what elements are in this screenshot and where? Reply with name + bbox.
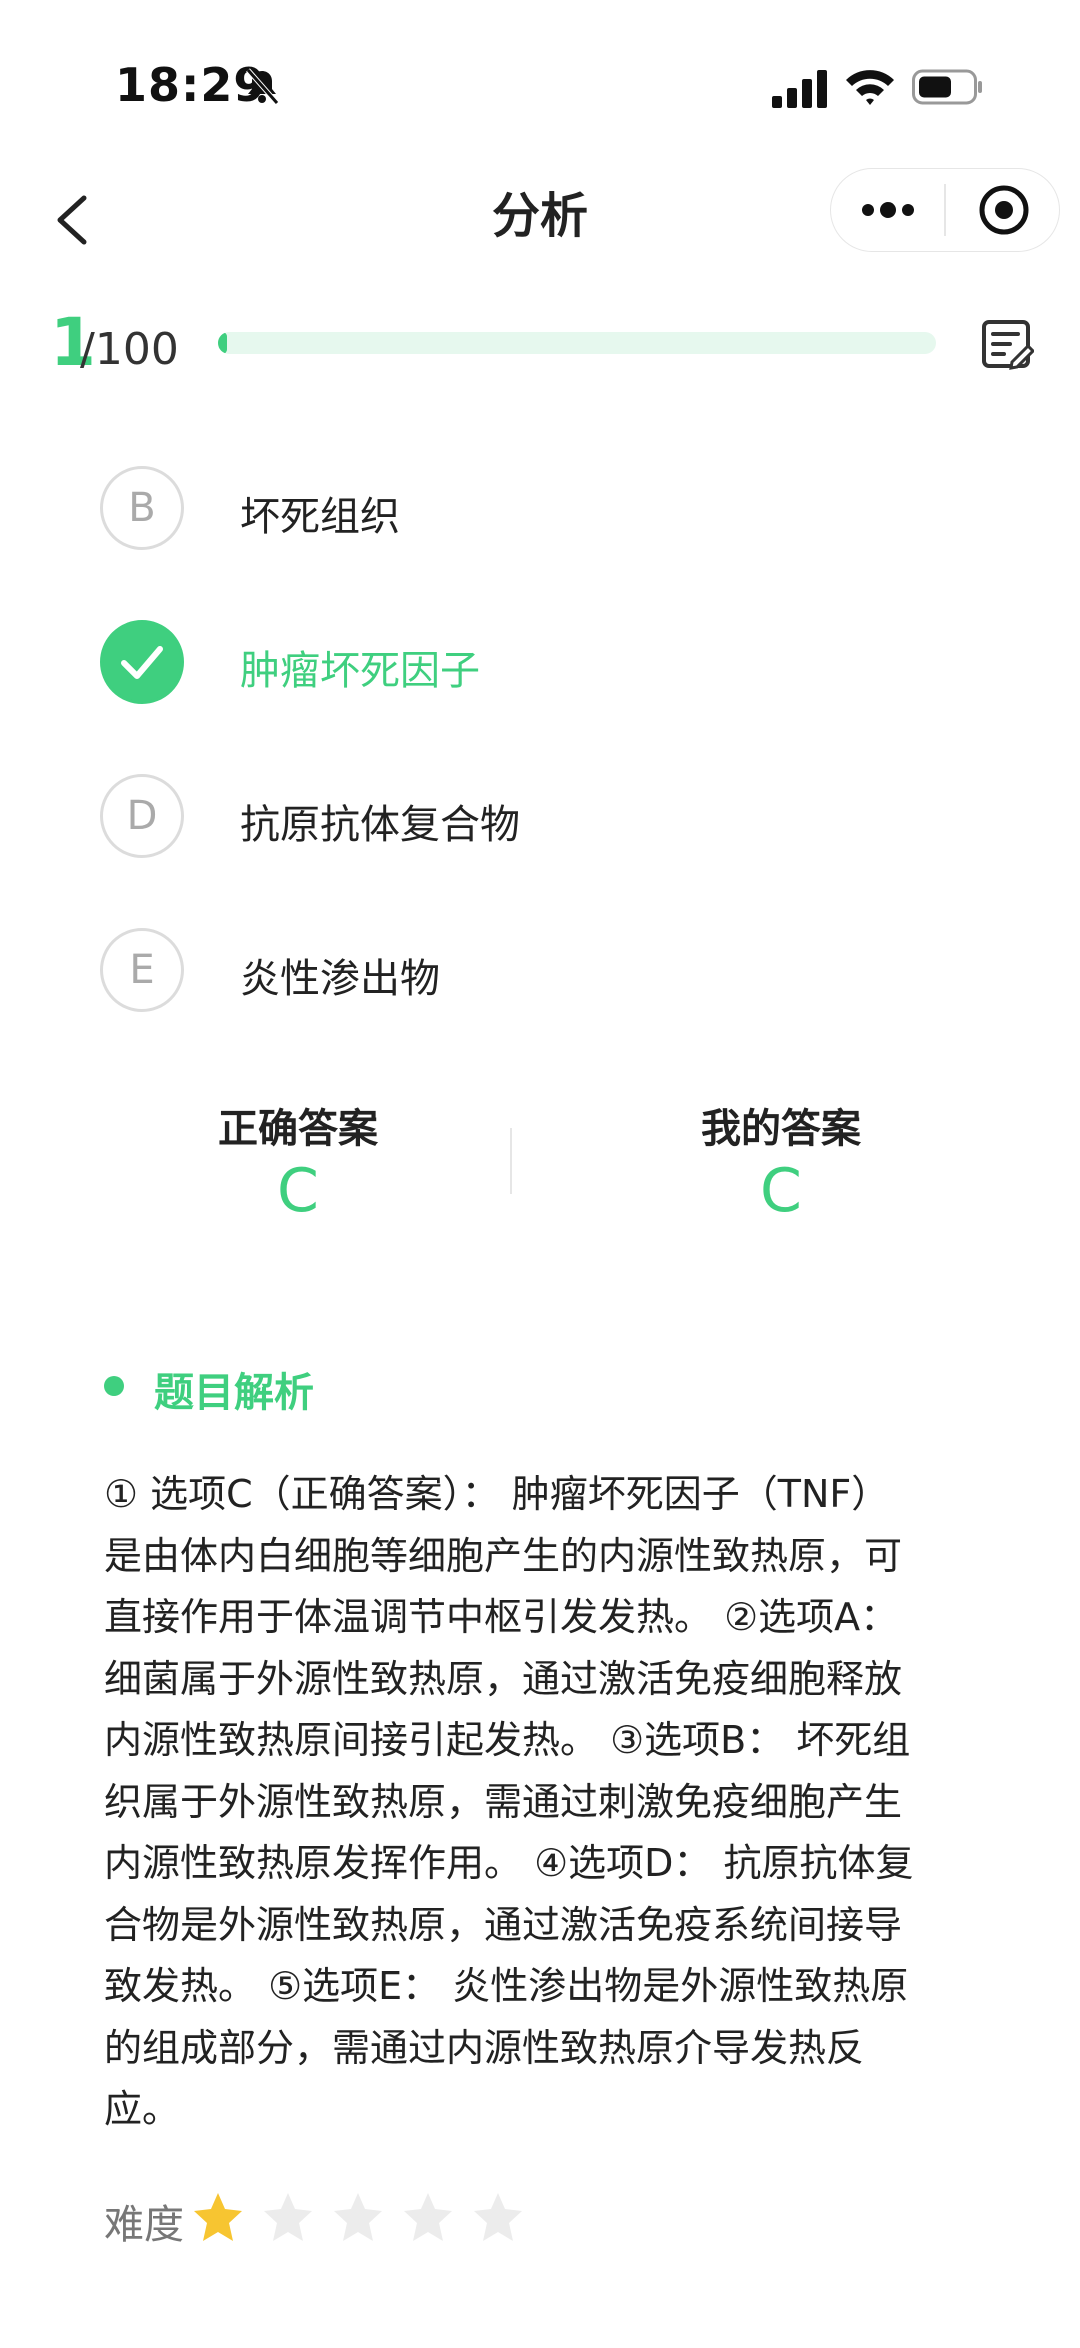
option-text: 坏死组织 [240, 494, 400, 540]
checkmark-icon [121, 646, 163, 679]
battery-icon [912, 69, 982, 105]
progress-total: /100 [80, 324, 179, 375]
wifi-icon [846, 70, 894, 105]
analysis-title: 题目解析 [154, 1370, 314, 1416]
option-letter: D [100, 774, 184, 858]
option-b[interactable]: B 坏死组织 [100, 466, 1000, 556]
option-correct-check [100, 620, 184, 704]
option-letter: B [100, 466, 184, 550]
section-dot [104, 1376, 124, 1396]
progress-bar [218, 332, 936, 354]
progress-fill [218, 332, 227, 354]
signal-icon [772, 70, 827, 108]
capsule-divider [944, 184, 946, 236]
option-c[interactable]: 肿瘤坏死因子 [100, 620, 1000, 710]
star-empty-icon [404, 2193, 452, 2241]
star-empty-icon [264, 2193, 312, 2241]
star-empty-icon [334, 2193, 382, 2241]
correct-answer-label: 正确答案 [218, 1106, 378, 1152]
option-e[interactable]: E 炎性渗出物 [100, 928, 1000, 1018]
close-target-icon[interactable] [978, 184, 1030, 236]
option-text: 抗原抗体复合物 [240, 802, 520, 848]
my-answer-value: C [760, 1156, 802, 1226]
option-letter: E [100, 928, 184, 1012]
analysis-text: ① 选项C（正确答案）： 肿瘤坏死因子（TNF） 是由体内白细胞等细胞产生的内源… [104, 1472, 914, 2131]
answer-sheet-icon[interactable] [980, 318, 1034, 370]
correct-answer-value: C [277, 1156, 319, 1226]
difficulty-stars [190, 2190, 526, 2246]
mute-bell-icon [246, 68, 279, 105]
answer-divider [510, 1128, 512, 1194]
option-d[interactable]: D 抗原抗体复合物 [100, 774, 1000, 864]
difficulty-label: 难度 [104, 2202, 184, 2248]
option-text: 肿瘤坏死因子 [240, 648, 480, 694]
option-text: 炎性渗出物 [240, 956, 440, 1002]
my-answer-label: 我的答案 [701, 1106, 861, 1152]
star-filled-icon [194, 2193, 242, 2241]
more-icon[interactable] [860, 196, 916, 224]
star-empty-icon [474, 2193, 522, 2241]
